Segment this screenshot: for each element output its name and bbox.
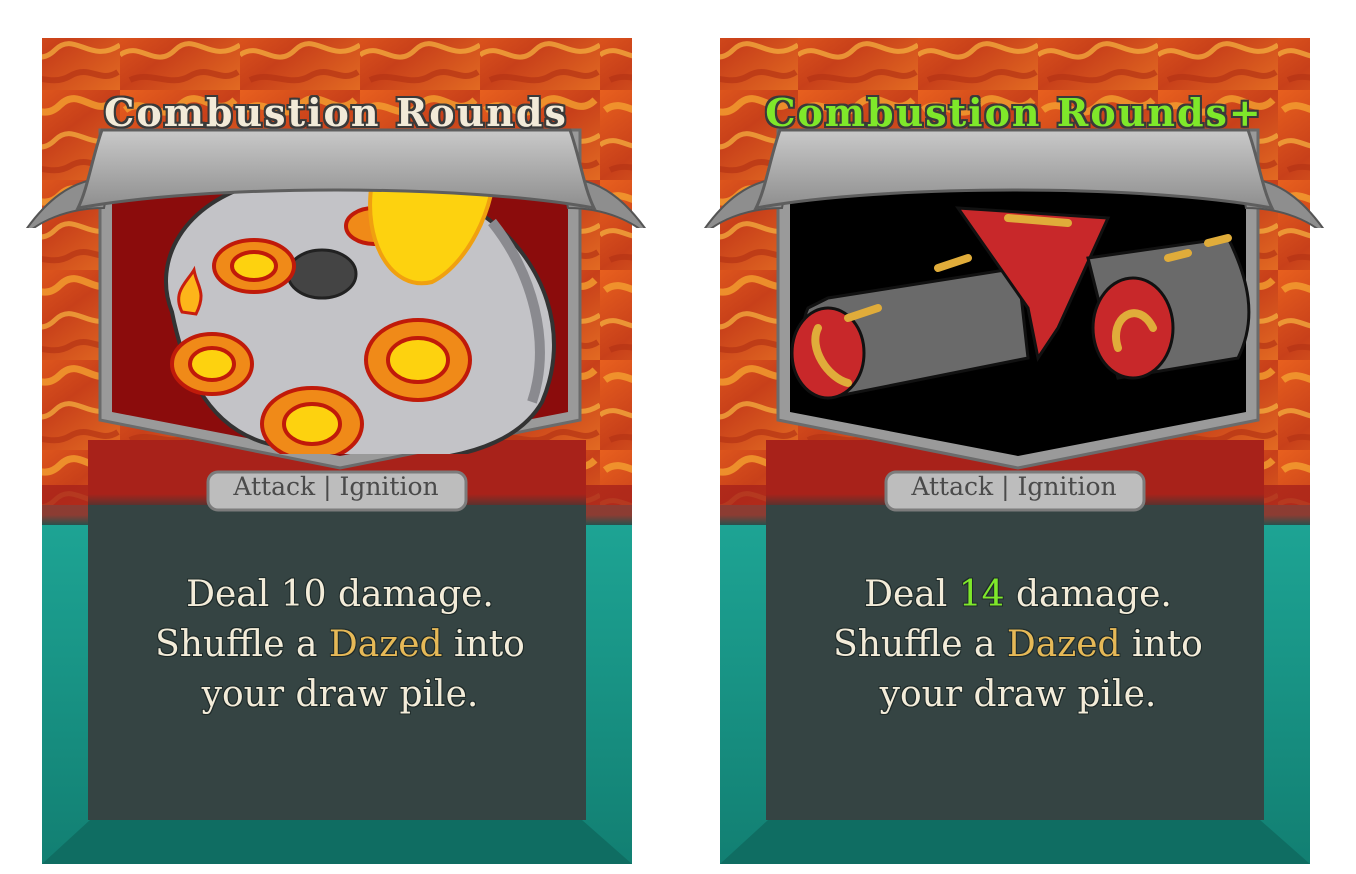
damage-value: 10 bbox=[280, 574, 327, 615]
broken-bullets-icon bbox=[790, 206, 1251, 400]
card-combustion-rounds[interactable]: Combustion Rounds Attack | Ignition Deal… bbox=[26, 38, 646, 864]
description-line-1: Deal 10 damage. bbox=[186, 574, 494, 615]
card-combustion-rounds-plus[interactable]: Combustion Rounds+ Attack | Ignition Dea… bbox=[704, 38, 1324, 864]
description-line-1: Deal 14 damage. bbox=[864, 574, 1172, 615]
description-line-3: your draw pile. bbox=[879, 674, 1157, 715]
description-line-2: Shuffle a Dazed into bbox=[155, 624, 525, 665]
card-description: Deal 14 damage. Shuffle a Dazed into you… bbox=[778, 570, 1258, 720]
keyword-dazed: Dazed bbox=[1006, 624, 1121, 665]
keyword-dazed: Dazed bbox=[328, 624, 443, 665]
card-type-line: Attack | Ignition bbox=[233, 472, 439, 501]
card-type-line: Attack | Ignition bbox=[911, 472, 1117, 501]
card-title: Combustion Rounds bbox=[104, 90, 568, 135]
description-line-3: your draw pile. bbox=[201, 674, 479, 715]
card-description: Deal 10 damage. Shuffle a Dazed into you… bbox=[100, 570, 580, 720]
card-title: Combustion Rounds+ bbox=[765, 90, 1263, 135]
damage-value: 14 bbox=[958, 574, 1005, 615]
description-line-2: Shuffle a Dazed into bbox=[833, 624, 1203, 665]
